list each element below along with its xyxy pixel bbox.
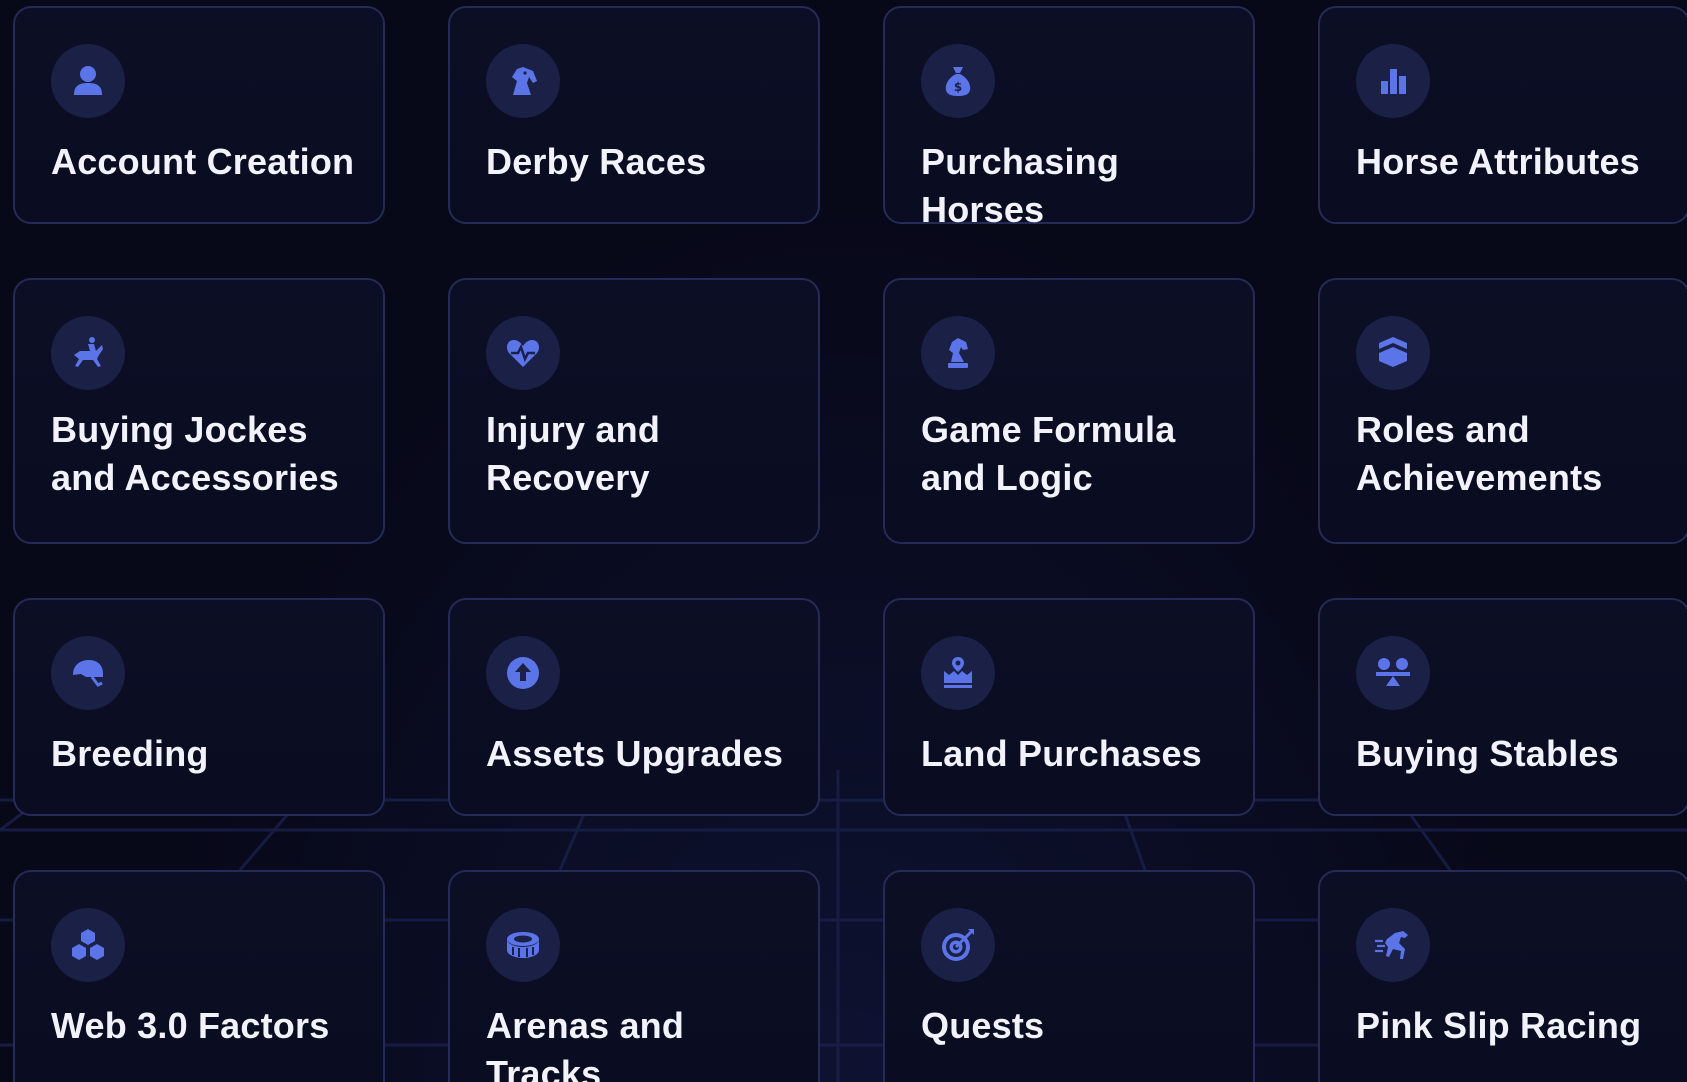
feature-card-account-creation[interactable]: Account Creation <box>13 6 385 224</box>
money-bag-icon: $ <box>921 44 995 118</box>
heart-pulse-icon <box>486 316 560 390</box>
fast-horse-icon <box>1356 908 1430 982</box>
feature-card-roles-and-achievements[interactable]: Roles and Achievements <box>1318 278 1687 544</box>
feature-card-injury-and-recovery[interactable]: Injury and Recovery <box>448 278 820 544</box>
user-icon <box>51 44 125 118</box>
feature-label: Breeding <box>51 733 209 774</box>
feature-card-derby-races[interactable]: Derby Races <box>448 6 820 224</box>
chess-knight-icon <box>921 316 995 390</box>
feature-card-breeding[interactable]: Breeding <box>13 598 385 816</box>
target-icon <box>921 908 995 982</box>
feature-card-buying-stables[interactable]: Buying Stables <box>1318 598 1687 816</box>
feature-card-buying-jockes[interactable]: Buying Jockes and Accessories <box>13 278 385 544</box>
feature-card-quests[interactable]: Quests <box>883 870 1255 1082</box>
feature-label: Roles and Achievements <box>1356 409 1603 498</box>
feature-label: Assets Upgrades <box>486 733 784 774</box>
feature-label: Land Purchases <box>921 733 1202 774</box>
people-balance-icon <box>1356 636 1430 710</box>
feature-card-purchasing-horses[interactable]: $ Purchasing Horses <box>883 6 1255 230</box>
feature-card-assets-upgrades[interactable]: Assets Upgrades <box>448 598 820 816</box>
cubes-icon <box>51 908 125 982</box>
feature-card-web3-factors[interactable]: Web 3.0 Factors <box>13 870 385 1082</box>
horse-head-icon <box>486 44 560 118</box>
arrow-up-circle-icon <box>486 636 560 710</box>
feature-card-horse-attributes[interactable]: Horse Attributes <box>1318 6 1687 224</box>
feature-label: Web 3.0 Factors <box>51 1005 330 1046</box>
feature-label: Horse Attributes <box>1356 141 1640 182</box>
feature-card-game-formula[interactable]: Game Formula and Logic <box>883 278 1255 544</box>
chevron-badge-icon <box>1356 316 1430 390</box>
feature-card-land-purchases[interactable]: Land Purchases <box>883 598 1255 816</box>
land-pin-icon <box>921 636 995 710</box>
bar-chart-icon <box>1356 44 1430 118</box>
feature-label: Quests <box>921 1005 1045 1046</box>
feature-label: Arenas and Tracks <box>486 1005 685 1082</box>
feature-label: Pink Slip Racing <box>1356 1005 1642 1046</box>
riding-helmet-icon <box>51 636 125 710</box>
stadium-icon <box>486 908 560 982</box>
feature-label: Purchasing Horses <box>921 141 1120 230</box>
feature-label: Game Formula and Logic <box>921 409 1176 498</box>
feature-label: Injury and Recovery <box>486 409 661 498</box>
feature-label: Buying Jockes and Accessories <box>51 409 339 498</box>
feature-label: Derby Races <box>486 141 707 182</box>
svg-text:$: $ <box>954 80 962 94</box>
horse-rider-icon <box>51 316 125 390</box>
features-grid: Account Creation Derby Races $ Purchasin… <box>0 0 1687 1082</box>
feature-card-arenas-and-tracks[interactable]: Arenas and Tracks <box>448 870 820 1082</box>
feature-label: Buying Stables <box>1356 733 1619 774</box>
feature-label: Account Creation <box>51 141 355 182</box>
feature-card-pink-slip-racing[interactable]: Pink Slip Racing <box>1318 870 1687 1082</box>
